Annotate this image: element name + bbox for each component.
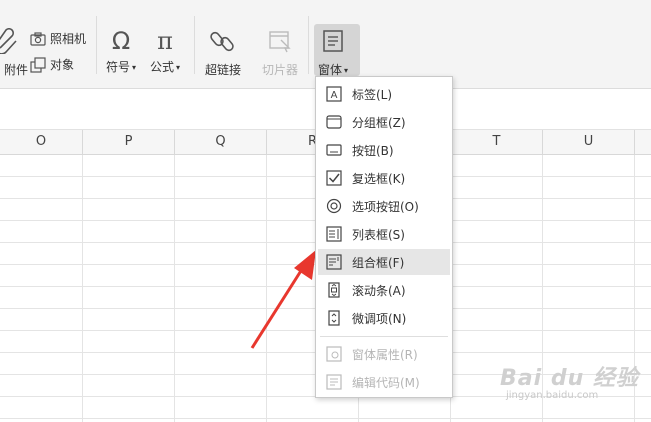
button-icon: [326, 142, 342, 158]
menu-item-edit-code[interactable]: 编辑代码(M): [318, 369, 450, 395]
form-controls-menu: A 标签(L) 分组框(Z) 按钮(B) 复选框(K) 选项按钮(O) 列表框(…: [315, 76, 453, 398]
menu-item-radio[interactable]: 选项按钮(O): [318, 193, 450, 219]
spinner-icon: [326, 310, 342, 326]
checkbox-icon: [326, 170, 342, 186]
menu-divider: [320, 336, 448, 337]
menu-item-text: 滚动条(A): [352, 283, 406, 298]
edit-code-icon: [326, 374, 342, 390]
menu-item-text: 按钮(B): [352, 143, 394, 158]
scrollbar-icon: [326, 282, 342, 298]
menu-item-text: 列表框(S): [352, 227, 405, 242]
menu-item-list-box[interactable]: 列表框(S): [318, 221, 450, 247]
menu-item-scrollbar[interactable]: 滚动条(A): [318, 277, 450, 303]
watermark: Bai du 经验 jingyan.baidu.com: [500, 360, 650, 420]
menu-item-form-properties[interactable]: 窗体属性(R): [318, 341, 450, 367]
svg-text:A: A: [331, 90, 338, 101]
menu-item-text: 微调项(N): [352, 311, 407, 326]
menu-item-text: 选项按钮(O): [352, 199, 419, 214]
menu-item-group-box[interactable]: 分组框(Z): [318, 109, 450, 135]
list-box-icon: [326, 226, 342, 242]
group-box-icon: [326, 114, 342, 130]
menu-item-spinner[interactable]: 微调项(N): [318, 305, 450, 331]
menu-item-text: 标签(L): [352, 87, 393, 102]
label-icon: A: [326, 86, 342, 102]
radio-icon: [326, 198, 342, 214]
menu-item-text: 组合框(F): [352, 255, 405, 270]
combo-box-icon: [326, 254, 342, 270]
menu-item-text: 复选框(K): [352, 171, 406, 186]
menu-item-text: 分组框(Z): [352, 115, 406, 130]
menu-item-button[interactable]: 按钮(B): [318, 137, 450, 163]
menu-item-checkbox[interactable]: 复选框(K): [318, 165, 450, 191]
menu-item-combo-box[interactable]: 组合框(F): [318, 249, 450, 275]
menu-item-text: 编辑代码(M): [352, 375, 420, 390]
form-properties-icon: [326, 346, 342, 362]
menu-item-text: 窗体属性(R): [352, 347, 418, 362]
watermark-main: Bai du 经验: [500, 366, 639, 391]
menu-item-label[interactable]: A 标签(L): [318, 81, 450, 107]
